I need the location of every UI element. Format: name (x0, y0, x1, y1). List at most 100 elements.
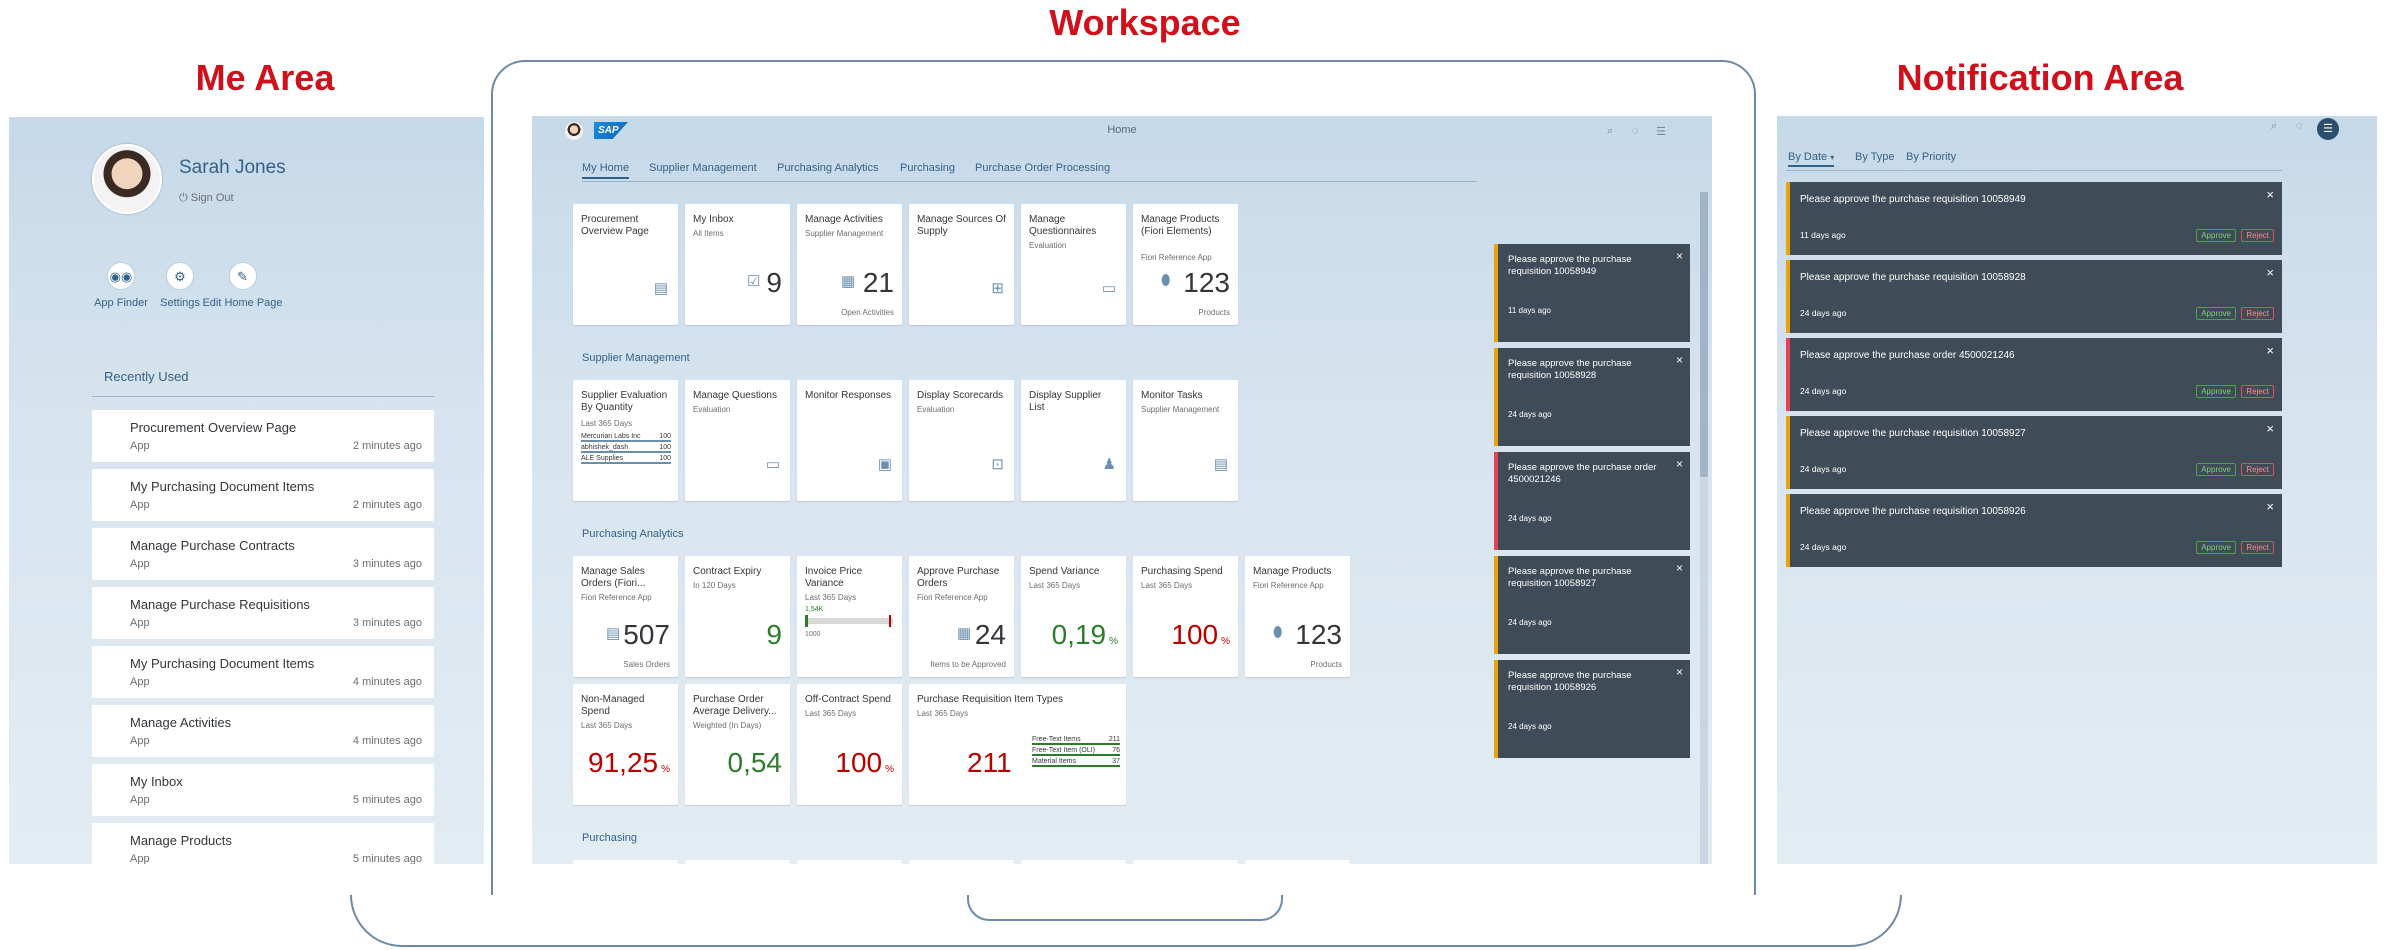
help-icon[interactable]: ◌ (2296, 120, 2303, 132)
notification-item[interactable]: Please approve the purchase order 450002… (1786, 338, 2282, 411)
tile-partial[interactable] (685, 860, 790, 864)
eval-row: Mercurian Labs Inc 100 (581, 433, 671, 442)
tile-po-average-delivery[interactable]: Purchase Order Average Delivery... Weight… (685, 684, 790, 805)
scrollbar-thumb[interactable] (1700, 192, 1708, 477)
tile-manage-questions[interactable]: Manage Questions Evaluation ▭ (685, 380, 790, 501)
recent-item[interactable]: My Purchasing Document Items App 4 minutes… (92, 646, 434, 698)
recent-item[interactable]: My Inbox App 5 minutes ago (92, 764, 434, 816)
tile-contract-expiry[interactable]: Contract Expiry In 120 Days 9 (685, 556, 790, 677)
recent-item[interactable]: Procurement Overview Page App 2 minutes ag… (92, 410, 434, 462)
filter-by-date[interactable]: By Date ▾ (1788, 151, 1835, 167)
notification-age: 24 days ago (1508, 722, 1552, 731)
tile-display-scorecards[interactable]: Display Scorecards Evaluation ⊡ (909, 380, 1014, 501)
screen-notification[interactable]: Please approve the purchase requisition … (1494, 556, 1690, 654)
filter-by-type[interactable]: By Type (1855, 151, 1895, 163)
tile-spend-variance[interactable]: Spend Variance Last 365 Days 0,19% (1021, 556, 1126, 677)
bullet-target-label: 1000 (805, 631, 821, 638)
tile-manage-activities[interactable]: Manage Activities Supplier Management ▦ 21 O… (797, 204, 902, 325)
tile-off-contract-spend[interactable]: Off-Contract Spend Last 365 Days 100% (797, 684, 902, 805)
tile-manage-products-fiori[interactable]: Manage Products (Fiori Elements) Fiori Re… (1133, 204, 1238, 325)
tile-manage-sales-orders[interactable]: Manage Sales Orders (Fiori... Fiori Refer… (573, 556, 678, 677)
screen-notification[interactable]: Please approve the purchase requisition … (1494, 660, 1690, 758)
tile-manage-products[interactable]: Manage Products Fiori Reference App ⬮ 123 Pr… (1245, 556, 1350, 677)
tile-footer: Products (1198, 308, 1230, 317)
approve-button[interactable]: Approve (2196, 541, 2236, 554)
me-area-avatar-button[interactable] (565, 122, 583, 140)
tile-subtitle: Last 365 Days (805, 709, 857, 718)
reject-button[interactable]: Reject (2241, 307, 2274, 320)
tile-number: 507 (623, 619, 670, 650)
tile-display-supplier-list[interactable]: Display Supplier List ♟ (1021, 380, 1126, 501)
reject-button[interactable]: Reject (2241, 385, 2274, 398)
approve-button[interactable]: Approve (2196, 463, 2236, 476)
notifications-icon[interactable]: ☰ (2317, 118, 2339, 140)
recent-item-type: App (130, 735, 150, 747)
tile-purchasing-spend[interactable]: Purchasing Spend Last 365 Days 100% (1133, 556, 1238, 677)
tile-non-managed-spend[interactable]: Non-Managed Spend Last 365 Days 91,25% (573, 684, 678, 805)
reject-button[interactable]: Reject (2241, 541, 2274, 554)
eval-row-value: 100 (659, 433, 671, 440)
tile-approve-purchase-orders[interactable]: Approve Purchase Orders Fiori Reference A… (909, 556, 1014, 677)
reject-button[interactable]: Reject (2241, 229, 2274, 242)
tab-purchasing[interactable]: Purchasing (900, 162, 955, 174)
tile-partial[interactable] (1245, 860, 1350, 864)
tab-purchasing-analytics[interactable]: Purchasing Analytics (777, 162, 879, 174)
tile-manage-sources-of-supply[interactable]: Manage Sources Of Supply ⊞ (909, 204, 1014, 325)
search-icon[interactable]: ⌕ (1607, 125, 1613, 138)
tile-manage-questionnaires[interactable]: Manage Questionnaires Evaluation ▭ (1021, 204, 1126, 325)
screen-notification[interactable]: Please approve the purchase requisition … (1494, 244, 1690, 342)
close-icon[interactable]: × (1676, 353, 1683, 367)
tile-unit: % (661, 764, 670, 775)
tile-title: Off-Contract Spend (805, 694, 891, 705)
recent-item-time: 3 minutes ago (352, 558, 422, 570)
edit-home-page-button[interactable]: ✎ Edit Home Page (200, 262, 285, 311)
settings-label: Settings (160, 297, 200, 309)
tile-invoice-price-variance[interactable]: Invoice Price Variance Last 365 Days 1,5… (797, 556, 902, 677)
notification-item[interactable]: Please approve the purchase requisition … (1786, 494, 2282, 567)
close-icon[interactable]: × (2266, 187, 2274, 202)
tab-purchase-order-processing[interactable]: Purchase Order Processing (975, 162, 1110, 174)
notification-item[interactable]: Please approve the purchase requisition … (1786, 416, 2282, 489)
close-icon[interactable]: × (2266, 421, 2274, 436)
close-icon[interactable]: × (1676, 665, 1683, 679)
close-icon[interactable]: × (2266, 265, 2274, 280)
tab-my-home[interactable]: My Home (582, 162, 630, 179)
approve-button[interactable]: Approve (2196, 385, 2236, 398)
close-icon[interactable]: × (1676, 457, 1683, 471)
tile-partial[interactable] (797, 860, 902, 864)
item-type-row: Free-Text Item (OLI) 76 (1032, 747, 1120, 756)
help-icon[interactable]: ◌ (1632, 125, 1639, 137)
recent-item[interactable]: Manage Purchase Requisitions App 3 minutes… (92, 587, 434, 639)
recent-item[interactable]: Manage Activities App 4 minutes ago (92, 705, 434, 757)
tile-partial[interactable] (1021, 860, 1126, 864)
tile-purchase-requisition-item-types[interactable]: Purchase Requisition Item Types Last 365… (909, 684, 1126, 805)
recent-item[interactable]: My Purchasing Document Items App 2 minutes… (92, 469, 434, 521)
notification-item[interactable]: Please approve the purchase requisition … (1786, 260, 2282, 333)
close-icon[interactable]: × (1676, 561, 1683, 575)
recent-item[interactable]: Manage Purchase Contracts App 3 minutes ag… (92, 528, 434, 580)
filter-by-priority[interactable]: By Priority (1906, 151, 1956, 163)
recently-used-title: Recently Used (104, 369, 189, 384)
tile-procurement-overview[interactable]: Procurement Overview Page ▤ (573, 204, 678, 325)
tile-partial[interactable] (1133, 860, 1238, 864)
close-icon[interactable]: × (2266, 343, 2274, 358)
search-icon[interactable]: ⌕ (2271, 120, 2277, 133)
tile-monitor-responses[interactable]: Monitor Responses ▣ (797, 380, 902, 501)
tile-supplier-evaluation[interactable]: Supplier Evaluation By Quantity Last 365… (573, 380, 678, 501)
tile-my-inbox[interactable]: My Inbox All Items ☑ 9 (685, 204, 790, 325)
tile-partial[interactable] (573, 860, 678, 864)
close-icon[interactable]: × (2266, 499, 2274, 514)
reject-button[interactable]: Reject (2241, 463, 2274, 476)
approve-button[interactable]: Approve (2196, 229, 2236, 242)
sign-out-link[interactable]: ⏻ Sign Out (179, 192, 234, 205)
tile-monitor-tasks[interactable]: Monitor Tasks Supplier Management ▤ (1133, 380, 1238, 501)
tab-supplier-management[interactable]: Supplier Management (649, 162, 757, 174)
approve-button[interactable]: Approve (2196, 307, 2236, 320)
tile-partial[interactable] (909, 860, 1014, 864)
notification-item[interactable]: Please approve the purchase requisition … (1786, 182, 2282, 255)
recent-item[interactable]: Manage Products App 5 minutes ago (92, 823, 434, 864)
notifications-icon[interactable]: ☰ (1656, 125, 1666, 138)
close-icon[interactable]: × (1676, 249, 1683, 263)
screen-notification[interactable]: Please approve the purchase order 450002… (1494, 452, 1690, 550)
screen-notification[interactable]: Please approve the purchase requisition … (1494, 348, 1690, 446)
